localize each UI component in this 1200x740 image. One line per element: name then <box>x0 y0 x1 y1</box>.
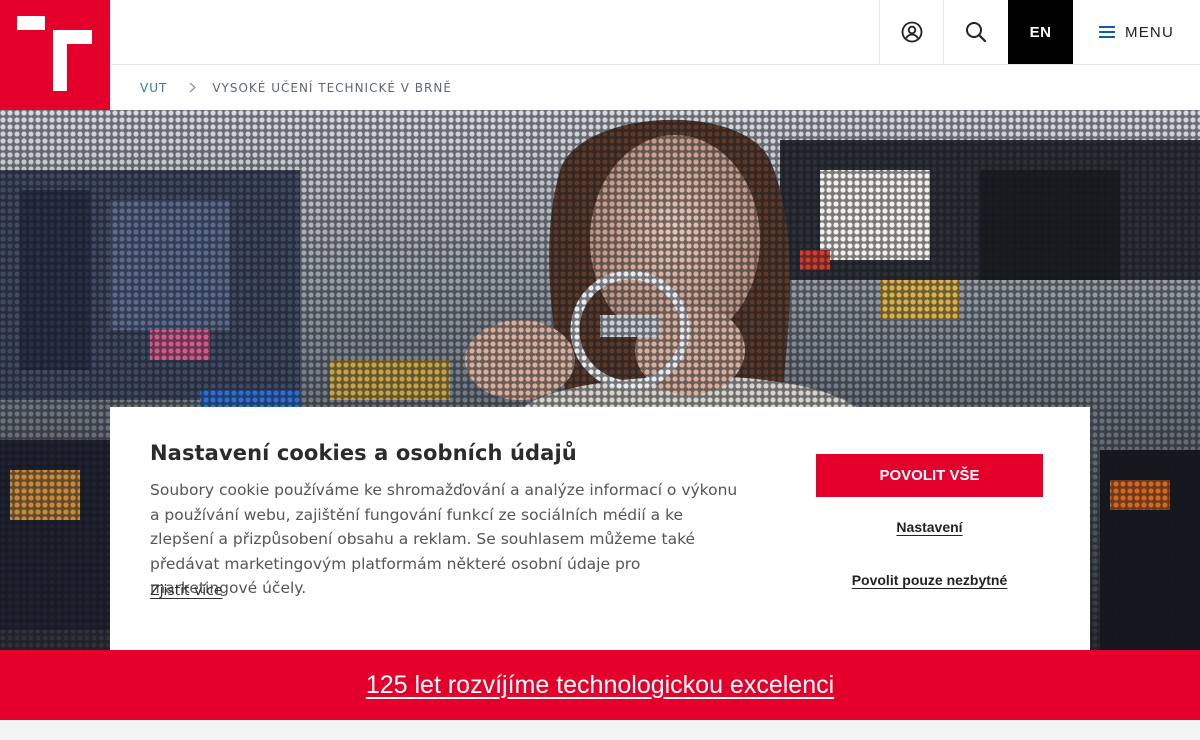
menu-button[interactable]: MENU <box>1073 0 1200 64</box>
menu-label: MENU <box>1125 23 1174 41</box>
learn-more-link[interactable]: Zjistit více <box>150 583 222 599</box>
allow-all-button[interactable]: POVOLIT VŠE <box>816 454 1043 497</box>
anniversary-link[interactable]: 125 let rozvíjíme technologickou excelen… <box>366 671 834 700</box>
cookie-description: Soubory cookie používáme ke shromažďován… <box>150 481 738 597</box>
bottom-strip <box>0 720 1200 740</box>
cookie-settings-link[interactable]: Nastavení <box>816 519 1043 535</box>
logo-mark-stem <box>53 30 67 91</box>
search-button[interactable] <box>943 0 1008 64</box>
cookie-consent-dialog: Nastavení cookies a osobních údajů Soubo… <box>110 407 1090 650</box>
chevron-right-icon <box>189 82 197 93</box>
hamburger-icon <box>1099 26 1116 38</box>
top-bar: EN MENU <box>110 0 1200 65</box>
language-switch-button[interactable]: EN <box>1008 0 1073 64</box>
vut-logo[interactable] <box>0 0 110 110</box>
user-account-button[interactable] <box>879 0 943 64</box>
logo-mark-left <box>17 16 45 30</box>
search-icon <box>966 22 987 43</box>
language-label: EN <box>1029 23 1052 41</box>
cookie-title: Nastavení cookies a osobních údajů <box>150 441 577 465</box>
anniversary-banner: 125 let rozvíjíme technologickou excelen… <box>0 650 1200 720</box>
breadcrumb: VUT VYSOKÉ UČENÍ TECHNICKÉ V BRNĚ <box>110 65 1200 110</box>
breadcrumb-home-link[interactable]: VUT <box>140 81 167 95</box>
allow-necessary-link[interactable]: Povolit pouze nezbytné <box>816 572 1043 588</box>
user-icon <box>901 21 922 43</box>
breadcrumb-current: VYSOKÉ UČENÍ TECHNICKÉ V BRNĚ <box>212 80 452 95</box>
